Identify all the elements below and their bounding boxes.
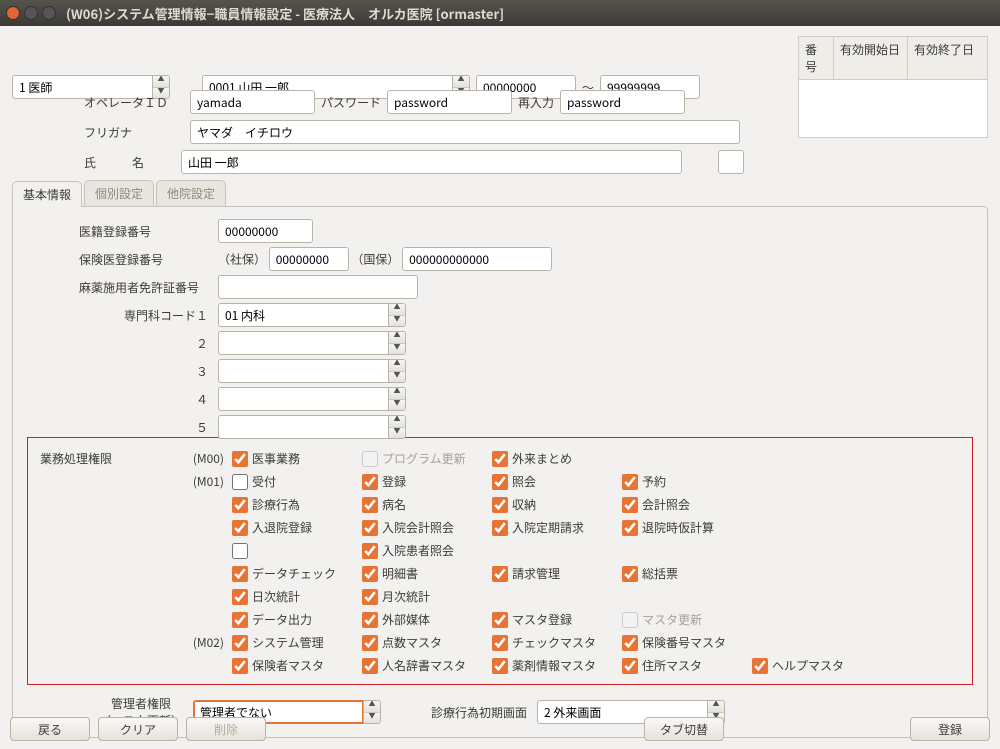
spec1-input[interactable] [218,303,388,327]
tab-other[interactable]: 他院設定 [156,180,226,206]
drug-label: 麻薬施用者免許証番号 [63,279,218,296]
spec3-input[interactable] [218,359,388,383]
name-input[interactable] [181,150,682,174]
col-no: 番号 [798,36,834,80]
drug-input[interactable] [218,275,418,299]
chk-nyuteiki[interactable] [492,520,508,536]
chk-system[interactable] [232,635,248,651]
op-id-label: オペレータＩＤ [84,94,184,111]
n5: ５ [63,419,218,436]
perm-header: 業務処理権限 [40,450,102,467]
tab-individual[interactable]: 個別設定 [84,180,154,206]
clear-button[interactable]: クリア [98,717,178,741]
ins-reg-label: 保険医登録番号 [63,251,218,268]
chk-soukatsu[interactable] [622,566,638,582]
med-reg-label: 医籍登録番号 [63,223,218,240]
chk-prog [362,451,378,467]
chk-shokai[interactable] [492,474,508,490]
chk-gairai[interactable] [492,451,508,467]
spec-label: 専門科コード１ [63,307,218,324]
spec4-down[interactable]: ▼ [389,400,405,411]
chk-masterup [622,612,638,628]
admin-label1: 管理者権限 [99,695,183,712]
back-button[interactable]: 戻る [10,717,90,741]
chk-meisai[interactable] [362,566,378,582]
operator-id-input[interactable] [190,90,315,114]
chk-tensu[interactable] [362,635,378,651]
tab-basic[interactable]: 基本情報 [12,181,82,207]
chk-nyutai[interactable] [232,520,248,536]
chk-blank[interactable] [232,543,248,559]
chk-jusho[interactable] [622,658,638,674]
n3: ３ [63,363,218,380]
spec2-input[interactable] [218,331,388,355]
period-list[interactable] [798,80,988,138]
spec1-down[interactable]: ▼ [389,316,405,327]
pw-label: パスワード [321,94,381,111]
register-button[interactable]: 登録 [910,717,990,741]
tab-switch-button[interactable]: タブ切替 [644,717,724,741]
kokuho-input[interactable] [402,247,552,271]
chk-nyukanja[interactable] [362,543,378,559]
chk-getsuji[interactable] [362,589,378,605]
tab-panel-basic: 医籍登録番号 保険医登録番号 （社保） （国保） 麻薬施用者免許証番号 専門科コ… [12,206,988,738]
chk-toroku[interactable] [362,474,378,490]
chk-check[interactable] [492,635,508,651]
shaho-label: （社保） [218,251,266,268]
small-box[interactable] [718,150,744,174]
shaho-input[interactable] [269,247,349,271]
kokuho-label: （国保） [351,251,399,268]
chk-dataout[interactable] [232,612,248,628]
chk-yakuzai[interactable] [492,658,508,674]
window-title: (W06)システム管理情報−職員情報設定 - 医療法人 オルカ医院 [ormas… [66,4,504,23]
spec3-down[interactable]: ▼ [389,372,405,383]
spec5-down[interactable]: ▼ [389,428,405,439]
chk-jinmei[interactable] [362,658,378,674]
delete-button: 削除 [186,717,266,741]
chk-master[interactable] [492,612,508,628]
m02: (M02) [102,634,232,651]
chk-yoyaku[interactable] [622,474,638,490]
spec5-input[interactable] [218,415,388,439]
pw2-label: 再入力 [518,94,554,111]
titlebar: (W06)システム管理情報−職員情報設定 - 医療法人 オルカ医院 [ormas… [0,0,1000,26]
m01: (M01) [102,473,232,490]
kana-label: フリガナ [84,124,184,141]
password-input[interactable] [387,90,512,114]
n2: ２ [63,335,218,352]
maximize-icon[interactable] [42,6,56,20]
chk-nyukaikei[interactable] [362,520,378,536]
chk-hokenno[interactable] [622,635,638,651]
col-end: 有効終了日 [908,36,988,80]
chk-hokensha[interactable] [232,658,248,674]
close-icon[interactable] [6,6,20,20]
name-label: 氏 名 [84,154,175,171]
chk-help[interactable] [752,658,768,674]
m00: (M00) [102,450,232,467]
kana-input[interactable] [190,120,740,144]
chk-shinryo[interactable] [232,497,248,513]
col-start: 有効開始日 [834,36,908,80]
med-reg-input[interactable] [218,219,313,243]
chk-datacheck[interactable] [232,566,248,582]
chk-gaibu[interactable] [362,612,378,628]
password-confirm-input[interactable] [560,90,685,114]
chk-shuno[interactable] [492,497,508,513]
chk-kaikei[interactable] [622,497,638,513]
chk-seikyu[interactable] [492,566,508,582]
n4: ４ [63,391,218,408]
chk-byomei[interactable] [362,497,378,513]
spec4-input[interactable] [218,387,388,411]
minimize-icon[interactable] [24,6,38,20]
spec2-down[interactable]: ▼ [389,344,405,355]
permissions-box: 業務処理権限 (M00) 医事業務 プログラム更新 外来まとめ (M01) 受付… [27,437,973,685]
chk-taiin[interactable] [622,520,638,536]
chk-iji[interactable] [232,451,248,467]
chk-uke[interactable] [232,474,248,490]
chk-nichiji[interactable] [232,589,248,605]
